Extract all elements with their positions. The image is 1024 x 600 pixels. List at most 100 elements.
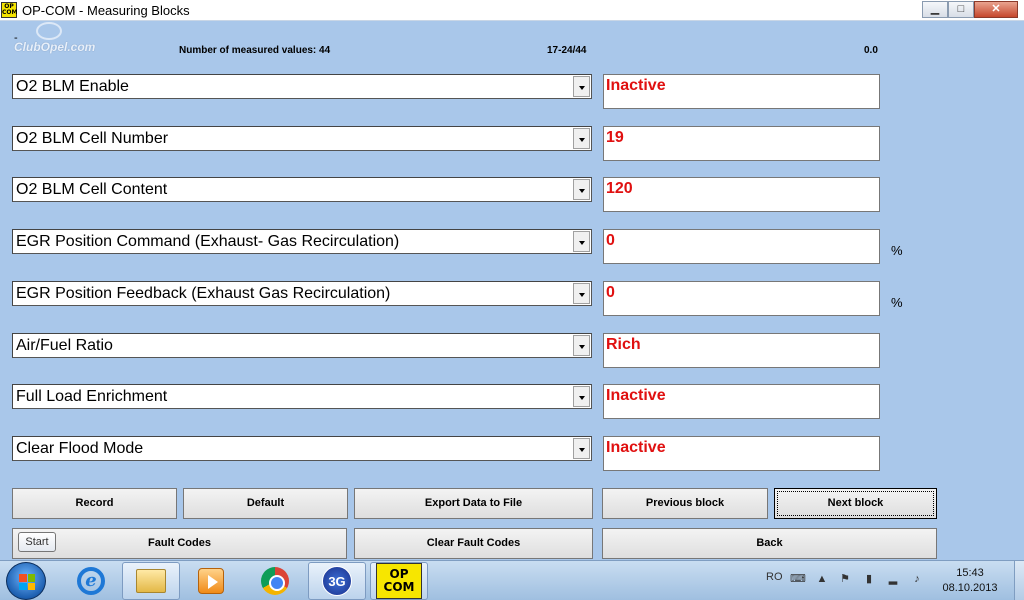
measurement-name: EGR Position Feedback (Exhaust Gas Recir… (16, 285, 391, 302)
close-button[interactable]: ✕ (974, 1, 1018, 18)
back-button[interactable]: Back (602, 528, 937, 559)
start-button[interactable] (6, 562, 46, 600)
windows-logo-icon (19, 574, 35, 590)
opcom-app-icon: OP COM (1, 2, 17, 18)
measurement-value: 0 (606, 232, 615, 249)
taskbar-chrome[interactable] (246, 562, 304, 600)
clear-fault-codes-button[interactable]: Clear Fault Codes (354, 528, 593, 559)
measurement-row: O2 BLM Cell Number 19 (0, 124, 1024, 161)
media-player-icon (198, 568, 224, 594)
language-indicator[interactable]: RO (766, 571, 783, 583)
measurement-name: O2 BLM Enable (16, 78, 129, 95)
taskbar: e 3G OP COM RO ⌨ ▲ ⚑ ▮ ▂ ♪ 15:43 08.10.2… (0, 560, 1024, 600)
record-button[interactable]: Record (12, 488, 177, 519)
measurement-row: O2 BLM Enable Inactive (0, 72, 1024, 109)
taskbar-opcom[interactable]: OP COM (370, 562, 428, 600)
reading-value: 0.0 (864, 45, 878, 56)
measurement-row: Clear Flood Mode Inactive (0, 434, 1024, 471)
measurement-row: Air/Fuel Ratio Rich (0, 331, 1024, 368)
measurement-row: O2 BLM Cell Content 120 (0, 175, 1024, 212)
taskbar-media-player[interactable] (182, 562, 240, 600)
show-hidden-icons-icon[interactable]: ▲ (815, 572, 829, 586)
app-icon-text-bottom: COM (2, 9, 18, 16)
measurement-value: Inactive (606, 439, 666, 456)
show-desktop-button[interactable] (1014, 561, 1024, 600)
maximize-button[interactable]: □ (948, 1, 974, 18)
system-clock[interactable]: 15:43 08.10.2013 (936, 566, 1004, 596)
measurement-value-box: 120 (603, 177, 880, 212)
measurement-value-box: 19 (603, 126, 880, 161)
opcom-icon-bottom: COM (383, 580, 415, 594)
chevron-down-icon[interactable] (573, 179, 590, 200)
measurement-name: O2 BLM Cell Content (16, 181, 168, 198)
previous-block-button[interactable]: Previous block (602, 488, 768, 519)
action-center-icon[interactable]: ⚑ (838, 572, 852, 586)
measurement-row: EGR Position Feedback (Exhaust Gas Recir… (0, 279, 1024, 316)
measurement-unit: % (891, 243, 903, 258)
chevron-down-icon[interactable] (573, 335, 590, 356)
chevron-down-icon[interactable] (573, 231, 590, 252)
measurement-unit: % (891, 295, 903, 310)
chevron-down-icon[interactable] (573, 128, 590, 149)
chevron-down-icon[interactable] (573, 386, 590, 407)
default-button[interactable]: Default (183, 488, 348, 519)
measurement-value-box: 0 (603, 229, 880, 264)
keyboard-icon[interactable]: ⌨ (790, 572, 806, 586)
measurement-value-box: 0 (603, 281, 880, 316)
internet-explorer-icon: e (77, 567, 105, 595)
measurement-value-box: Inactive (603, 384, 880, 419)
fault-codes-button[interactable]: Fault Codes (12, 528, 347, 559)
measurement-value: 0 (606, 284, 615, 301)
measurement-select[interactable]: EGR Position Command (Exhaust- Gas Recir… (12, 229, 592, 254)
network-signal-icon[interactable]: ▂ (886, 572, 900, 586)
measurement-select[interactable]: EGR Position Feedback (Exhaust Gas Recir… (12, 281, 592, 306)
measuring-blocks-panel: - ClubOpel.com Number of measured values… (0, 22, 1024, 560)
block-range: 17-24/44 (547, 45, 587, 56)
clubopel-logo: ClubOpel.com (14, 40, 96, 54)
measurement-name: Air/Fuel Ratio (16, 337, 113, 354)
measurement-value: Rich (606, 336, 641, 353)
3g-modem-icon: 3G (322, 566, 352, 596)
measurement-name: O2 BLM Cell Number (16, 130, 169, 147)
clock-time: 15:43 (956, 567, 984, 579)
measurement-value-box: Rich (603, 333, 880, 368)
chevron-down-icon[interactable] (573, 283, 590, 304)
minimize-button[interactable]: ▁ (922, 1, 948, 18)
measurement-select[interactable]: Clear Flood Mode (12, 436, 592, 461)
measurement-select[interactable]: O2 BLM Cell Number (12, 126, 592, 151)
measurement-value: Inactive (606, 387, 666, 404)
clock-date: 08.10.2013 (942, 582, 998, 594)
measurement-value-box: Inactive (603, 74, 880, 109)
taskbar-windows-explorer[interactable] (122, 562, 180, 600)
window-controls: ▁ □ ✕ (922, 1, 1018, 18)
export-data-button[interactable]: Export Data to File (354, 488, 593, 519)
volume-icon[interactable]: ♪ (910, 572, 924, 586)
measurement-value: 19 (606, 129, 624, 146)
chevron-down-icon[interactable] (573, 438, 590, 459)
measured-count: Number of measured values: 44 (179, 45, 331, 56)
measurement-select[interactable]: O2 BLM Enable (12, 74, 592, 99)
measurement-row: EGR Position Command (Exhaust- Gas Recir… (0, 227, 1024, 264)
measurement-value: 120 (606, 180, 633, 197)
folder-icon (136, 569, 166, 593)
start-tooltip: Start (18, 532, 56, 552)
window-title: OP-COM - Measuring Blocks (22, 3, 190, 18)
next-block-button[interactable]: Next block (774, 488, 937, 519)
measurement-row: Full Load Enrichment Inactive (0, 382, 1024, 419)
taskbar-internet-explorer[interactable]: e (62, 562, 120, 600)
measurement-name: EGR Position Command (Exhaust- Gas Recir… (16, 233, 400, 250)
taskbar-3g[interactable]: 3G (308, 562, 366, 600)
measurement-select[interactable]: O2 BLM Cell Content (12, 177, 592, 202)
chevron-down-icon[interactable] (573, 76, 590, 97)
opel-logo-icon (36, 22, 62, 40)
measurement-value: Inactive (606, 77, 666, 94)
measurement-name: Clear Flood Mode (16, 440, 144, 457)
title-bar: OP COM OP-COM - Measuring Blocks ▁ □ ✕ (0, 0, 1024, 21)
battery-icon[interactable]: ▮ (862, 572, 876, 586)
measurement-value-box: Inactive (603, 436, 880, 471)
opcom-icon: OP COM (376, 563, 422, 599)
measurement-select[interactable]: Air/Fuel Ratio (12, 333, 592, 358)
chrome-icon (261, 567, 289, 595)
measurement-select[interactable]: Full Load Enrichment (12, 384, 592, 409)
measurement-name: Full Load Enrichment (16, 388, 168, 405)
